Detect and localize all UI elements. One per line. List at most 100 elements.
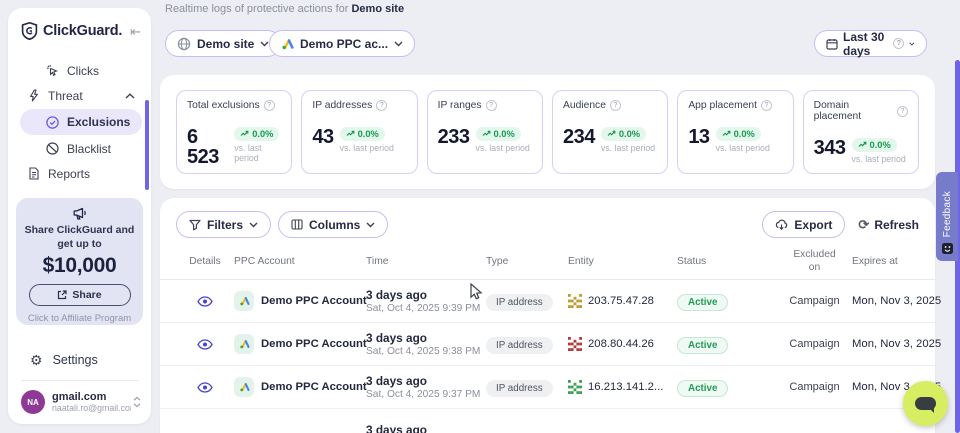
table-row[interactable]: 3 days ago — [160, 409, 935, 433]
time-relative: 3 days ago — [366, 331, 486, 345]
time-absolute: Sat, Oct 4, 2025 9:39 PM — [366, 303, 486, 314]
compare-label: vs. last period — [716, 143, 770, 153]
table-row[interactable]: Demo PPC Account 3 days ago Sat, Oct 4, … — [160, 366, 935, 409]
google-ads-account-icon — [234, 377, 254, 397]
entity-identicon — [568, 294, 582, 308]
affiliate-promo-card[interactable]: Share ClickGuard and get up to $10,000 S… — [16, 198, 143, 325]
stat-card: Audience ? 234 0.0% vs. last period — [552, 90, 668, 174]
table-row[interactable]: Demo PPC Account 3 days ago Sat, Oct 4, … — [160, 280, 935, 323]
eye-details-icon[interactable] — [197, 339, 213, 350]
eye-details-icon[interactable] — [197, 296, 213, 307]
entity-identicon — [568, 337, 582, 351]
ppc-account-name: Demo PPC Account — [261, 381, 367, 393]
table-row[interactable]: Demo PPC Account 3 days ago Sat, Oct 4, … — [160, 323, 935, 366]
trend-up-icon — [482, 130, 491, 137]
sidebar-item-blacklist[interactable]: Blacklist — [8, 136, 151, 161]
status-badge: Active — [677, 337, 728, 354]
help-icon[interactable]: ? — [761, 100, 772, 111]
sidebar-scrollbar-thumb[interactable] — [145, 100, 149, 190]
external-link-icon — [57, 290, 67, 300]
filters-button[interactable]: Filters — [176, 211, 271, 238]
prohibit-icon — [46, 142, 59, 155]
trend-up-icon — [858, 141, 867, 148]
delta-badge: 0.0% — [852, 138, 897, 152]
sidebar-nav: Clicks Threat Exclusions Blacklist — [8, 58, 151, 186]
entity-value: 208.80.44.26 — [588, 338, 654, 350]
help-icon[interactable]: ? — [376, 100, 387, 111]
logo-row: ClickGuard. ⇤ — [8, 8, 151, 40]
collapse-sidebar-icon[interactable]: ⇤ — [130, 25, 141, 38]
col-header-ppc-account: PPC Account — [234, 256, 366, 267]
excluded-on-value: Campaign — [777, 381, 852, 393]
ppc-account-name: Demo PPC Account — [261, 338, 367, 350]
site-selector-dropdown[interactable]: Demo site — [165, 30, 281, 57]
col-header-type: Type — [486, 256, 568, 267]
sidebar-item-clicks[interactable]: Clicks — [8, 58, 151, 83]
stat-label: IP addresses — [312, 100, 372, 111]
brand-name: ClickGuard. — [43, 23, 122, 39]
columns-button[interactable]: Columns — [278, 211, 388, 238]
time-relative: 3 days ago — [366, 374, 486, 388]
refresh-icon: ⟳ — [858, 218, 869, 231]
chevron-up-icon[interactable] — [125, 93, 135, 99]
sidebar-item-threat[interactable]: Threat — [8, 83, 151, 108]
help-icon[interactable]: ? — [897, 106, 908, 117]
delta-value: 0.0% — [734, 129, 755, 139]
sidebar-item-label: Exclusions — [67, 115, 130, 129]
stat-card: App placement ? 13 0.0% vs. last period — [677, 90, 793, 174]
chat-launcher-button[interactable] — [903, 381, 948, 426]
stat-card: Domain placement ? 343 0.0% vs. last per… — [803, 90, 919, 174]
entity-identicon — [568, 380, 582, 394]
refresh-button[interactable]: ⟳ Refresh — [858, 218, 919, 232]
export-label: Export — [794, 218, 832, 232]
chevron-down-icon — [366, 222, 375, 228]
stat-value: 233 — [438, 127, 470, 147]
filters-label: Filters — [207, 218, 243, 232]
sidebar-item-reports[interactable]: Reports — [8, 161, 151, 186]
account-name: gmail.com — [52, 391, 131, 403]
help-icon[interactable]: ? — [486, 100, 497, 111]
feedback-tab[interactable]: Feedback — [936, 172, 958, 261]
chevron-down-icon — [260, 41, 269, 47]
funnel-icon — [189, 219, 201, 231]
stat-label: Audience — [563, 100, 606, 111]
help-icon[interactable]: ? — [610, 100, 621, 111]
type-badge: IP address — [486, 294, 553, 311]
document-icon — [28, 167, 40, 180]
account-switcher[interactable]: NA gmail.com naatali.ro@gmail.com — [21, 390, 141, 414]
date-range-dropdown[interactable]: Last 30 days ? — [814, 30, 927, 57]
trend-up-icon — [722, 130, 731, 137]
stat-label: IP ranges — [438, 100, 482, 111]
share-button[interactable]: Share — [29, 284, 131, 306]
sidebar-item-settings[interactable]: ⚙ Settings — [8, 348, 151, 372]
google-ads-account-icon — [234, 291, 254, 311]
time-absolute: Sat, Oct 4, 2025 9:37 PM — [366, 389, 486, 400]
refresh-label: Refresh — [874, 218, 919, 232]
globe-icon — [177, 37, 191, 51]
time-relative: 3 days ago — [366, 423, 486, 433]
stat-value: 6 523 — [187, 127, 228, 167]
eye-details-icon[interactable] — [197, 382, 213, 393]
columns-label: Columns — [309, 218, 360, 232]
chevron-down-icon — [909, 41, 915, 47]
stat-value: 13 — [688, 127, 709, 147]
delta-badge: 0.0% — [340, 127, 385, 141]
delta-badge: 0.0% — [476, 127, 521, 141]
help-icon[interactable]: ? — [264, 100, 275, 111]
compare-label: vs. last period — [601, 143, 655, 153]
promo-amount: $10,000 — [16, 254, 143, 278]
clickguard-shield-logo-icon — [21, 22, 38, 40]
table-body: Demo PPC Account 3 days ago Sat, Oct 4, … — [160, 280, 935, 433]
account-email: naatali.ro@gmail.com — [52, 403, 131, 413]
ppc-account-selector-dropdown[interactable]: Demo PPC ac... — [269, 30, 415, 57]
col-header-expires-at: Expires at — [852, 256, 919, 267]
stat-card: IP addresses ? 43 0.0% vs. last period — [301, 90, 417, 174]
delta-value: 0.0% — [619, 129, 640, 139]
settings-label: Settings — [53, 353, 98, 367]
sidebar-item-exclusions-active[interactable]: Exclusions — [20, 109, 142, 135]
delta-value: 0.0% — [494, 129, 515, 139]
chat-bubble-icon — [915, 397, 936, 410]
google-ads-icon — [281, 38, 294, 50]
type-badge: IP address — [486, 380, 553, 397]
export-button[interactable]: Export — [762, 211, 845, 238]
